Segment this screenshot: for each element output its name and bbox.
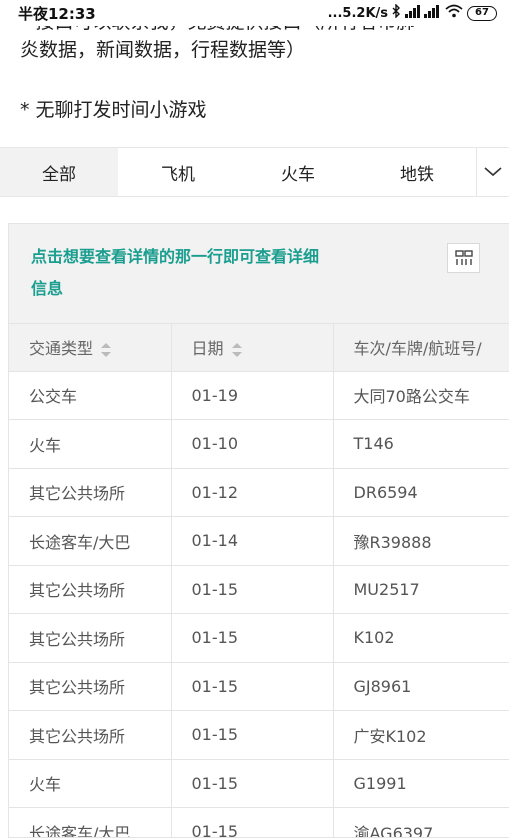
table-row[interactable]: 火车 01-15 G1991: [9, 759, 509, 808]
cell-transport-type: 火车: [9, 419, 172, 469]
sort-icon: [231, 342, 242, 357]
itinerary-table: 交通类型 日期 车次/车牌/航班号/ 公交车 01-19 大同70路公交车 火车 01-…: [9, 324, 509, 837]
clock: 半夜12:33: [18, 4, 96, 23]
hint-text: 点击想要查看详情的那一行即可查看详细信息: [31, 247, 320, 298]
cell-transport-type: 其它公共场所: [9, 613, 172, 663]
cell-number: K102: [333, 613, 509, 663]
cell-number: 渝AG6397: [333, 807, 509, 837]
table-row[interactable]: 其它公共场所 01-15 GJ8961: [9, 662, 509, 711]
table-header-row: 交通类型 日期 车次/车牌/航班号/: [9, 324, 509, 372]
cell-date: 01-15: [171, 710, 334, 760]
cell-number: MU2517: [333, 565, 509, 614]
table-row[interactable]: 其它公共场所 01-15 广安K102: [9, 710, 509, 760]
battery-icon: 67: [467, 5, 497, 21]
column-toggle-button[interactable]: [447, 243, 480, 273]
intro-text: * 接口可以联系我，免费提供接口（所有者市肺 炎数据，新闻数据，行程数据等）: [20, 22, 500, 64]
table-body: 公交车 01-19 大同70路公交车 火车 01-10 T146 其它公共场所 01-12 DR…: [9, 371, 509, 837]
cell-date: 01-15: [171, 807, 334, 837]
cell-number: 大同70路公交车: [333, 371, 509, 420]
cell-transport-type: 长途客车/大巴: [9, 807, 172, 837]
table-row[interactable]: 其它公共场所 01-12 DR6594: [9, 468, 509, 517]
cell-number: DR6594: [333, 468, 509, 517]
cell-transport-type: 火车: [9, 759, 172, 808]
cell-number: G1991: [333, 759, 509, 808]
cell-date: 01-14: [171, 516, 334, 566]
table-row[interactable]: 其它公共场所 01-15 K102: [9, 613, 509, 663]
tab-train[interactable]: 火车: [238, 148, 358, 196]
cell-date: 01-15: [171, 759, 334, 808]
tab-all[interactable]: 全部: [0, 148, 118, 196]
table-row[interactable]: 长途客车/大巴 01-15 渝AG6397: [9, 807, 509, 837]
cell-number: 广安K102: [333, 710, 509, 760]
network-speed: ...5.2K/s: [327, 5, 388, 21]
cell-number: T146: [333, 419, 509, 469]
cell-date: 01-10: [171, 419, 334, 469]
table-row[interactable]: 火车 01-10 T146: [9, 419, 509, 469]
tab-plane[interactable]: 飞机: [118, 148, 238, 196]
cell-number: GJ8961: [333, 662, 509, 711]
cell-transport-type: 其它公共场所: [9, 565, 172, 614]
status-bar: 半夜12:33 ...5.2K/s 67: [0, 0, 509, 26]
cell-number: 豫R39888: [333, 516, 509, 566]
cell-date: 01-12: [171, 468, 334, 517]
cell-date: 01-15: [171, 565, 334, 614]
games-bullet: * 无聊打发时间小游戏: [20, 99, 207, 121]
wifi-icon: [445, 4, 463, 22]
cell-transport-type: 其它公共场所: [9, 710, 172, 760]
cell-transport-type: 长途客车/大巴: [9, 516, 172, 566]
header-number[interactable]: 车次/车牌/航班号/: [333, 324, 509, 372]
bluetooth-icon: [392, 3, 401, 22]
signal-icon: [405, 4, 441, 22]
table-row[interactable]: 长途客车/大巴 01-14 豫R39888: [9, 516, 509, 566]
tabs-expand-button[interactable]: [476, 148, 509, 196]
table-row[interactable]: 其它公共场所 01-15 MU2517: [9, 565, 509, 614]
results-card: 点击想要查看详情的那一行即可查看详细信息 交通类型 日期 车次/车牌/航班号/ …: [8, 223, 509, 838]
header-transport-type[interactable]: 交通类型: [9, 324, 172, 372]
sort-icon: [101, 342, 112, 357]
cell-date: 01-15: [171, 662, 334, 711]
chevron-down-icon: [484, 167, 502, 177]
tab-subway[interactable]: 地铁: [358, 148, 476, 196]
grid-icon: [454, 250, 473, 265]
header-date[interactable]: 日期: [171, 324, 334, 372]
transport-tabs: 全部 飞机 火车 地铁: [0, 147, 509, 197]
intro-line: 炎数据，新闻数据，行程数据等）: [20, 39, 306, 61]
cell-date: 01-15: [171, 613, 334, 663]
cell-date: 01-19: [171, 371, 334, 420]
card-header: 点击想要查看详情的那一行即可查看详细信息: [9, 224, 509, 324]
status-icons: ...5.2K/s 67: [327, 3, 497, 22]
cell-transport-type: 公交车: [9, 371, 172, 420]
table-row[interactable]: 公交车 01-19 大同70路公交车: [9, 371, 509, 420]
cell-transport-type: 其它公共场所: [9, 468, 172, 517]
cell-transport-type: 其它公共场所: [9, 662, 172, 711]
